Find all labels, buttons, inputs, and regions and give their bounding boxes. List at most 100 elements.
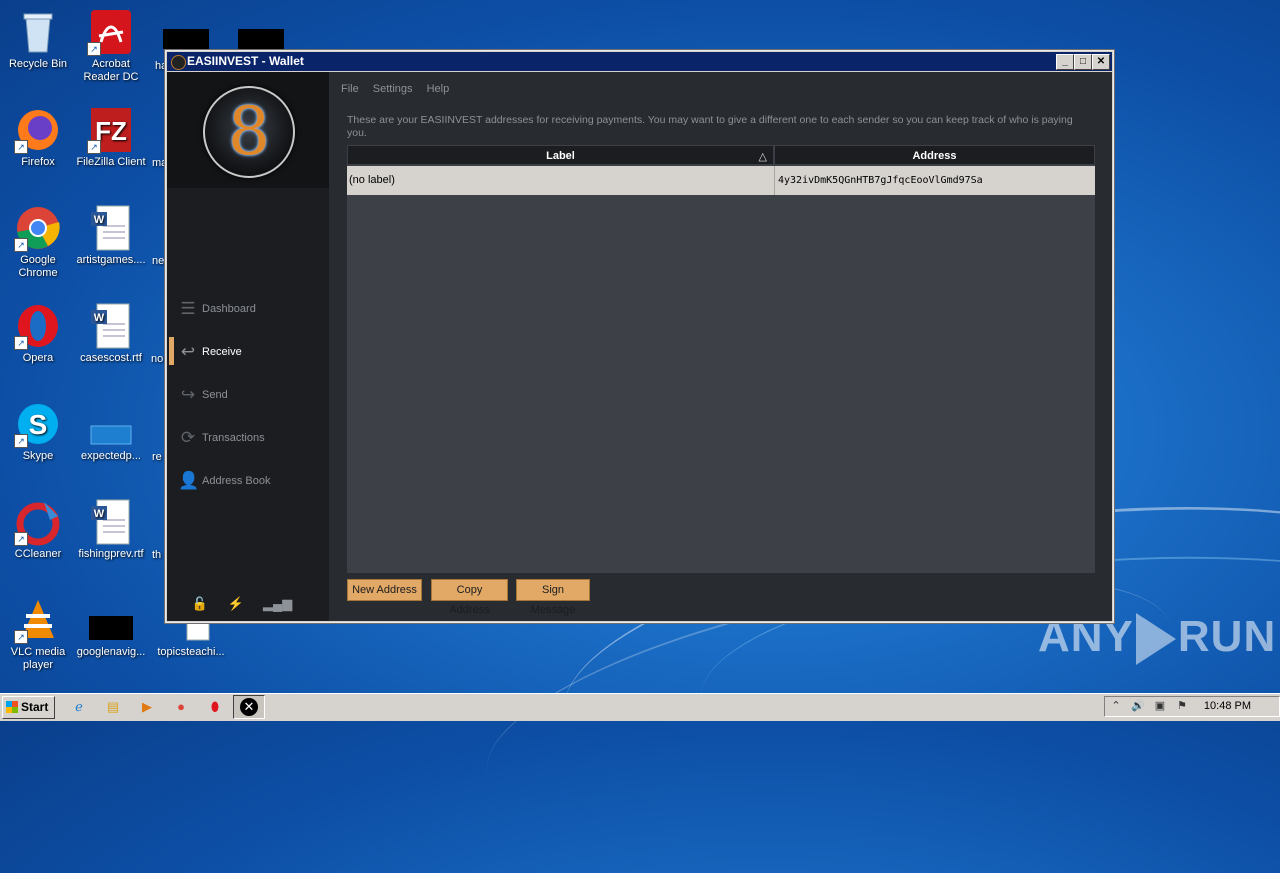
start-label: Start [21,700,49,714]
explorer-icon[interactable]: ▤ [104,698,122,716]
desktop-icon-recycle-bin[interactable]: Recycle Bin [0,8,76,71]
desktop-icon-firefox[interactable]: ↗ Firefox [0,106,76,169]
icon-label: CCleaner [14,548,62,560]
chrome-icon: ↗ [14,204,62,252]
opera-taskbar-icon[interactable]: ⬮ [206,698,224,716]
sign-message-button[interactable]: Sign Message [516,579,590,616]
skype-icon: S ↗ [14,400,62,448]
show-hidden-icons-icon[interactable]: ⌃ [1109,699,1123,713]
lock-icon[interactable]: 🔓 [191,595,209,613]
logo-area: 8 [167,72,329,188]
shortcut-arrow-icon: ↗ [87,140,101,154]
table-row[interactable]: (no label) 4y32ivDmK5QGnHTB7gJfqcEooVlGm… [347,166,1095,195]
play-icon [1135,613,1176,666]
svg-text:S: S [29,409,48,440]
window-client: 8 ☰ Dashboard ↩ Receive ↪ Send ⟳ Transac… [167,72,1112,621]
column-header-text: Label [546,150,575,162]
row-address: 4y32ivDmK5QGnHTB7gJfqcEooVlGmd97Sa [774,166,1095,195]
shortcut-arrow-icon: ↗ [14,336,28,350]
opera-icon: ↗ [14,302,62,350]
sidebar-item-dashboard[interactable]: ☰ Dashboard [167,294,329,324]
acrobat-icon: ↗ [87,8,135,56]
desktop-icon-fishingprev[interactable]: W fishingprev.rtf [73,498,149,561]
sidebar-item-address-book[interactable]: 👤 Address Book [167,466,329,496]
chrome-taskbar-icon[interactable]: ● [172,698,190,716]
svg-text:W: W [94,508,105,520]
close-button[interactable]: ✕ [1092,54,1110,70]
receive-description: These are your EASIINVEST addresses for … [347,114,1073,139]
shortcut-arrow-icon: ↗ [14,434,28,448]
icon-label: Opera [22,352,54,364]
shortcut-arrow-icon: ↗ [14,532,28,546]
active-indicator [169,337,174,365]
icon-label: Skype [22,450,54,462]
media-player-icon[interactable]: ▶ [138,698,156,716]
logo-glyph: 8 [228,93,270,170]
action-center-flag-icon[interactable]: ⚑ [1175,699,1189,713]
word-document-icon: W [87,204,135,252]
shortcut-arrow-icon: ↗ [87,42,101,56]
svg-text:W: W [94,312,105,324]
new-address-button[interactable]: New Address [347,579,422,601]
ie-icon[interactable]: ℯ [70,698,88,716]
send-icon: ↪ [180,385,196,404]
shortcut-arrow-icon: ↗ [14,630,28,644]
column-header-address[interactable]: Address [774,145,1095,165]
clock[interactable]: 10:48 PM [1204,697,1251,716]
shortcut-arrow-icon: ↗ [14,140,28,154]
taskbar: Start ℯ ▤ ▶ ● ⬮ ✕ ⌃ 🔊 ▣ ⚑ 10:48 PM [0,693,1280,721]
desktop-icon-casescost[interactable]: W casescost.rtf [73,302,149,365]
word-document-icon: W [87,498,135,546]
desktop-icon-skype[interactable]: S ↗ Skype [0,400,76,463]
sidebar-item-transactions[interactable]: ⟳ Transactions [167,423,329,453]
lightning-icon[interactable]: ⚡ [227,595,245,613]
desktop-icon-filezilla[interactable]: FZ ↗ FileZilla Client [73,106,149,169]
menu-help[interactable]: Help [427,83,450,95]
sidebar-item-receive[interactable]: ↩ Receive [167,337,329,367]
copy-address-button[interactable]: Copy Address [431,579,508,616]
desktop-icon-artistgames[interactable]: W artistgames.... [73,204,149,267]
app-icon [171,55,186,70]
desktop-icon-expectedp[interactable]: expectedp... [73,400,149,463]
file-icon [87,400,135,448]
sidebar: 8 ☰ Dashboard ↩ Receive ↪ Send ⟳ Transac… [167,72,329,621]
desktop-cut-label: re [152,451,162,463]
desktop-icon-ccleaner[interactable]: ↗ CCleaner [0,498,76,561]
minimize-button[interactable]: _ [1056,54,1074,70]
menu-settings[interactable]: Settings [373,83,413,95]
network-icon[interactable]: ▣ [1153,699,1167,713]
volume-icon[interactable]: 🔊 [1131,699,1145,713]
sidebar-item-label: Receive [202,346,242,358]
window-titlebar[interactable]: EASIINVEST - Wallet _ □ ✕ [167,52,1112,71]
menu-file[interactable]: File [341,83,359,95]
address-table: Label △ Address (no label) 4y32ivDmK5QGn… [347,145,1095,573]
icon-label: FileZilla Client [76,156,146,168]
watermark-right: RUN [1177,612,1277,661]
desktop-icon-vlc[interactable]: ↗ VLC media player [0,596,76,672]
dashboard-icon: ☰ [180,299,196,318]
wallet-taskbar-button[interactable]: ✕ [233,695,265,719]
shortcut-arrow-icon: ↗ [14,238,28,252]
svg-text:W: W [94,214,105,226]
icon-label: topicsteachi... [157,646,225,658]
icon-label: expectedp... [81,450,141,462]
start-button[interactable]: Start [2,696,55,719]
signal-icon[interactable]: ▂▄▆ [263,595,292,613]
vlc-icon: ↗ [14,596,62,644]
sidebar-item-send[interactable]: ↪ Send [167,380,329,410]
desktop-icon-googlenavig[interactable]: googlenavig... [73,596,149,659]
column-header-text: Address [912,150,957,162]
desktop-cut-label: ne [152,255,165,267]
desktop-icon-opera[interactable]: ↗ Opera [0,302,76,365]
desktop-icon-acrobat[interactable]: ↗ Acrobat Reader DC [73,8,149,84]
desktop-icon-chrome[interactable]: ↗ Google Chrome [0,204,76,280]
filezilla-icon: FZ ↗ [87,106,135,154]
menu-bar: File Settings Help [341,83,460,95]
desktop-black-thumbnail [238,29,284,49]
wallet-taskbar-icon: ✕ [240,698,258,716]
recycle-bin-icon [14,8,62,56]
column-header-label[interactable]: Label △ [347,145,774,165]
maximize-button[interactable]: □ [1074,54,1092,70]
status-bar: 🔓 ⚡ ▂▄▆ [167,595,329,615]
system-tray: ⌃ 🔊 ▣ ⚑ 10:48 PM [1104,696,1280,717]
